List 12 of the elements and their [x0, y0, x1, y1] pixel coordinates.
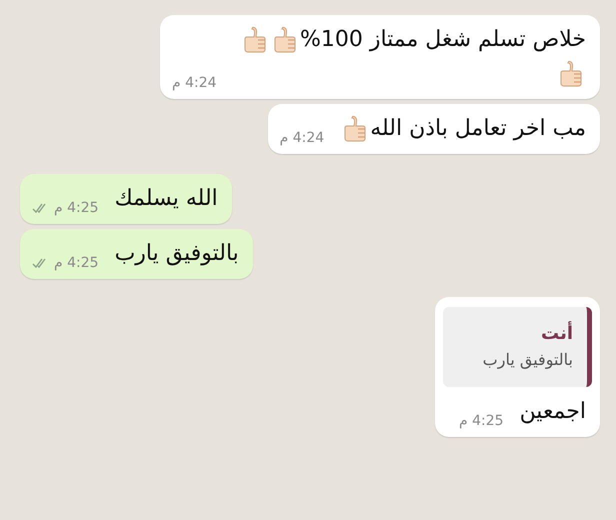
message-text: بالتوفيق يارب [114, 241, 239, 266]
message-time: 4:24 م [172, 75, 217, 92]
message-time: 4:25 م [458, 413, 504, 430]
quote-text: بالتوفيق يارب [482, 349, 573, 372]
message-text: مب اخر تعامل باذن الله [370, 116, 586, 142]
quote-author: أنت [540, 321, 573, 346]
message-text: خلاص تسلم شغل ممتاز 100% [300, 27, 586, 52]
message-time: 4:25 م [54, 200, 99, 216]
message-text: الله يسلمك [114, 186, 218, 212]
message-time: 4:25 م [54, 255, 99, 272]
message-text: اجمعين [520, 399, 586, 424]
message-time: 4:24 م [280, 130, 324, 146]
